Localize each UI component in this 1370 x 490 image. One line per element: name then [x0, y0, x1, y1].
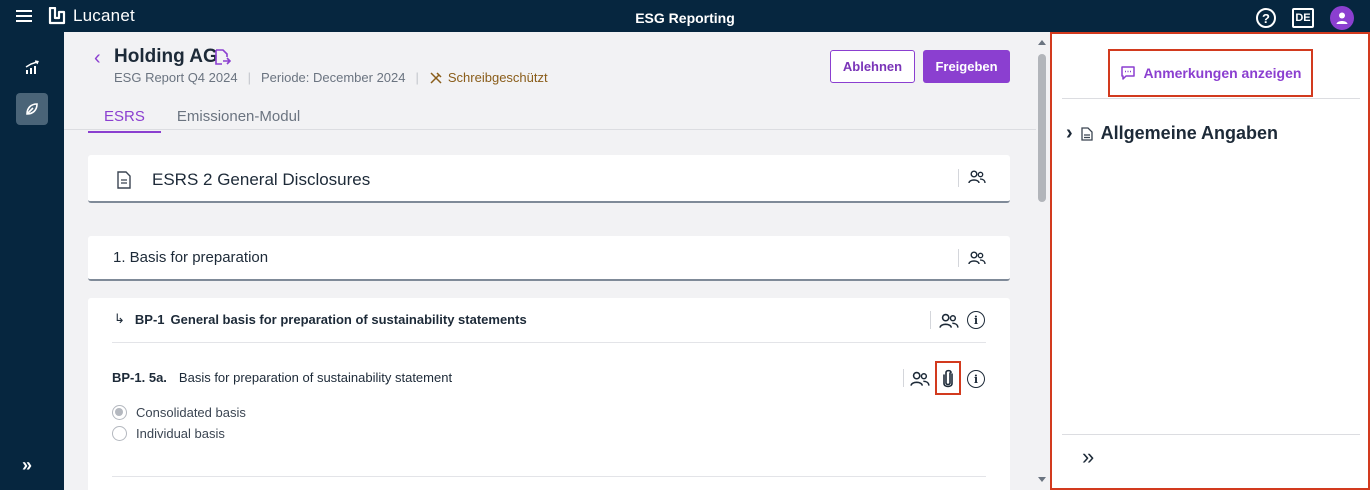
tree-item-general-disclosures[interactable]: › Allgemeine Angaben	[1066, 122, 1278, 145]
divider	[112, 342, 986, 343]
chevron-right-icon[interactable]: ›	[1066, 122, 1073, 145]
tab-bar: ESRS Emissionen-Modul	[88, 106, 316, 133]
subsection-card[interactable]: 1. Basis for preparation	[88, 236, 1010, 281]
section-title: ESRS 2 General Disclosures	[152, 170, 371, 189]
disclosure-code: BP-1	[134, 311, 165, 327]
scroll-thumb[interactable]	[1038, 54, 1046, 202]
people-icon[interactable]	[939, 312, 959, 330]
tab-esrs[interactable]: ESRS	[88, 106, 161, 133]
show-notes-label: Anmerkungen anzeigen	[1143, 65, 1302, 81]
tab-emissions-module[interactable]: Emissionen-Modul	[161, 106, 316, 133]
document-icon	[117, 171, 131, 189]
people-icon[interactable]	[968, 250, 986, 266]
sidebar-item-dashboard[interactable]	[16, 52, 48, 84]
document-export-icon[interactable]	[213, 48, 231, 66]
top-bar: Lucanet ESG Reporting ? DE	[0, 0, 1370, 32]
reject-button[interactable]: Ablehnen	[830, 50, 915, 83]
info-icon[interactable]: i	[967, 370, 985, 388]
attachment-highlight	[935, 361, 961, 395]
option-label: Individual basis	[136, 426, 225, 441]
people-icon[interactable]	[968, 169, 986, 185]
page-header: ‹ Holding AG ESG Report Q4 2024 | Period…	[64, 32, 1036, 133]
right-panel: Anmerkungen anzeigen › Allgemeine Angabe…	[1050, 32, 1370, 490]
panel-expand-icon[interactable]: »	[1082, 444, 1094, 470]
radio-consolidated[interactable]	[112, 405, 127, 420]
subitem-arrow-icon: ↳	[114, 311, 125, 326]
document-icon	[1081, 126, 1093, 141]
comment-icon	[1120, 66, 1135, 80]
show-notes-button[interactable]: Anmerkungen anzeigen	[1108, 49, 1313, 97]
user-icon	[1336, 12, 1348, 24]
disclosure-header[interactable]: ↳ BP-1 General basis for preparation of …	[114, 311, 527, 327]
sidebar-expand-icon[interactable]: »	[22, 455, 32, 476]
option-consolidated[interactable]: Consolidated basis	[112, 405, 246, 420]
disclosure-item: BP-1. 5a. Basis for preparation of susta…	[112, 370, 452, 385]
paperclip-icon[interactable]	[941, 369, 955, 389]
sidebar: »	[0, 32, 64, 490]
subsection-title: 1. Basis for preparation	[113, 249, 269, 266]
people-icon[interactable]	[910, 370, 930, 388]
item-text: Basis for preparation of sustainability …	[178, 370, 453, 385]
readonly-status: Schreibgeschützt	[429, 70, 548, 85]
language-button[interactable]: DE	[1292, 8, 1314, 28]
option-label: Consolidated basis	[136, 405, 246, 420]
sidebar-item-esg[interactable]	[16, 93, 48, 125]
main-scrollbar[interactable]	[1036, 32, 1050, 490]
chart-icon	[25, 60, 39, 74]
scroll-down-icon[interactable]	[1038, 477, 1046, 482]
disclosure-title: General basis for preparation of sustain…	[170, 311, 527, 327]
section-card[interactable]: ESRS 2 General Disclosures	[88, 155, 1010, 203]
divider	[1062, 98, 1360, 99]
app-title: ESG Reporting	[635, 10, 735, 26]
disclosure-card: ↳ BP-1 General basis for preparation of …	[88, 298, 1010, 490]
radio-individual[interactable]	[112, 426, 127, 441]
pencil-off-icon	[430, 71, 442, 84]
report-period: Periode: December 2024	[260, 70, 406, 85]
user-avatar[interactable]	[1330, 6, 1354, 30]
main-content: ‹ Holding AG ESG Report Q4 2024 | Period…	[64, 32, 1036, 490]
help-icon[interactable]: ?	[1256, 8, 1276, 28]
leaf-icon	[26, 103, 38, 115]
report-meta: ESG Report Q4 2024 | Periode: December 2…	[114, 70, 548, 85]
info-icon[interactable]: i	[967, 311, 985, 329]
report-name: ESG Report Q4 2024	[114, 70, 238, 85]
readonly-label: Schreibgeschützt	[447, 70, 548, 85]
back-icon[interactable]: ‹	[94, 47, 101, 70]
release-button[interactable]: Freigeben	[923, 50, 1010, 83]
item-code: BP-1. 5a.	[112, 370, 167, 385]
divider	[112, 476, 986, 477]
tree-item-label: Allgemeine Angaben	[1100, 123, 1279, 143]
page-title: Holding AG	[114, 46, 218, 67]
option-individual[interactable]: Individual basis	[112, 426, 225, 441]
scroll-up-icon[interactable]	[1038, 40, 1046, 45]
divider	[1062, 434, 1360, 435]
